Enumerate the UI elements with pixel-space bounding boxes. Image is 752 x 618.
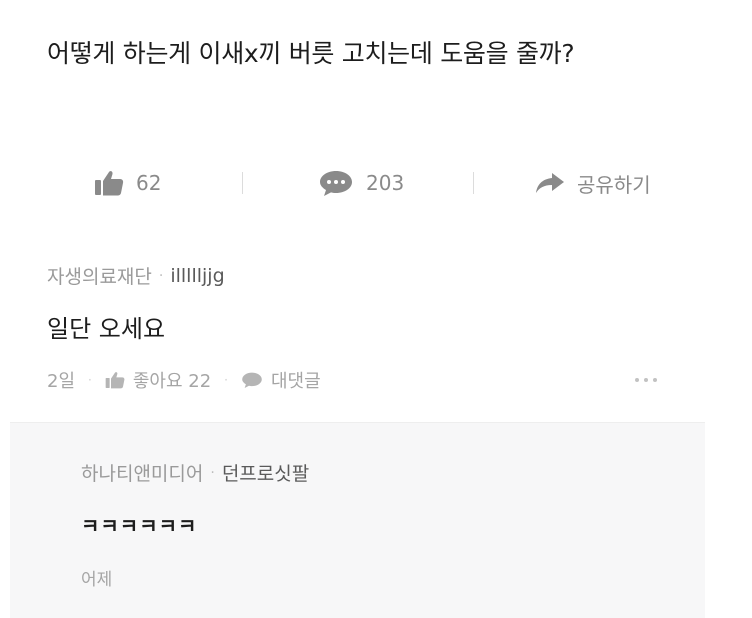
action-divider bbox=[242, 172, 243, 194]
post-title: 어떻게 하는게 이새x끼 버릇 고치는데 도움을 줄까? bbox=[47, 39, 575, 68]
share-arrow-icon bbox=[535, 171, 565, 195]
thumbs-up-icon bbox=[105, 371, 125, 389]
reply-text: ㅋㅋㅋㅋㅋㅋ bbox=[81, 514, 198, 538]
reply-nickname[interactable]: 던프로싯팔 bbox=[222, 459, 309, 486]
reply-company: 하나티앤미디어 bbox=[81, 463, 204, 485]
meta-separator: · bbox=[210, 464, 215, 481]
reply-author-line: 하나티앤미디어 · 던프로싯팔 bbox=[81, 459, 309, 486]
share-label: 공유하기 bbox=[577, 172, 651, 197]
like-count: 62 bbox=[136, 171, 162, 195]
comment-text: 일단 오세요 bbox=[47, 315, 166, 343]
comment-like-button[interactable]: 좋아요 22 bbox=[105, 367, 211, 393]
comment-author-line: 자생의료재단 · illllljjg bbox=[47, 262, 707, 289]
more-dots-icon[interactable] bbox=[630, 364, 657, 396]
action-divider bbox=[473, 172, 474, 194]
comment-footer: 2일 · 좋아요 22 · 대댓글 bbox=[47, 364, 707, 396]
reply-button[interactable]: 대댓글 bbox=[241, 367, 321, 393]
comment-like-label: 좋아요 22 bbox=[132, 371, 212, 392]
speech-bubble-icon bbox=[318, 169, 354, 197]
comment-company: 자생의료재단 bbox=[47, 266, 152, 288]
footer-separator: · bbox=[224, 373, 228, 387]
reply-item: 하나티앤미디어 · 던프로싯팔 ㅋㅋㅋㅋㅋㅋ 어제 bbox=[10, 422, 705, 618]
share-button[interactable]: 공유하기 bbox=[535, 160, 651, 206]
comment-item: 자생의료재단 · illllljjg 일단 오세요 2일 · 좋아요 22 · … bbox=[47, 262, 707, 396]
like-button[interactable]: 62 bbox=[94, 160, 161, 206]
meta-separator: · bbox=[158, 267, 164, 284]
comment-button[interactable]: 203 bbox=[318, 160, 404, 206]
footer-separator: · bbox=[88, 373, 92, 387]
comment-time: 2일 bbox=[47, 371, 76, 392]
thumbs-up-icon bbox=[94, 170, 124, 196]
comment-nickname[interactable]: illllljjg bbox=[170, 265, 224, 287]
post-action-bar: 62 203 공유하기 bbox=[0, 160, 752, 206]
comment-count: 203 bbox=[366, 171, 405, 195]
speech-bubble-icon bbox=[241, 371, 263, 389]
reply-label: 대댓글 bbox=[270, 371, 321, 392]
reply-time: 어제 bbox=[81, 570, 113, 590]
